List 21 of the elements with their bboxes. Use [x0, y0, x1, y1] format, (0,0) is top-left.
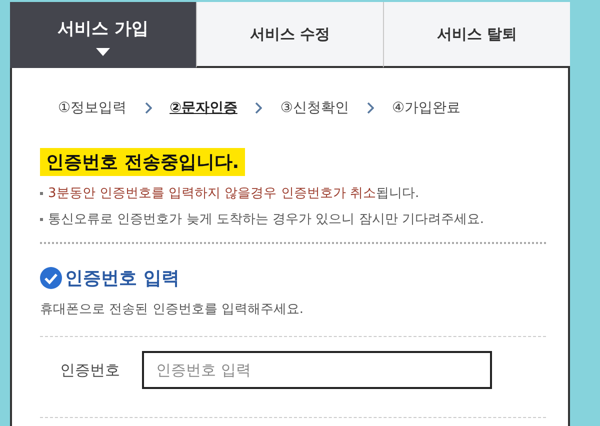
notice-text: 3분동안 인증번호를 입력하지 않을경우 인증번호가 취소됩니다. [48, 185, 420, 202]
chevron-icon [144, 102, 152, 114]
check-circle-icon [40, 267, 62, 289]
tab[interactable]: 서비스 탈퇴 [383, 2, 570, 68]
tab[interactable]: 서비스 가입 [10, 2, 196, 68]
field-label: 인증번호 [60, 360, 121, 380]
bullet-icon [40, 192, 43, 194]
chevron-icon [366, 102, 374, 114]
section-title: 인증번호 입력 [65, 267, 180, 290]
step-label: ④가입완료 [392, 99, 461, 117]
section-description: 휴대폰으로 전송된 인증번호를 입력해주세요. [40, 301, 305, 318]
step-label: ②문자인증 [170, 99, 238, 117]
notice-text: 통신오류로 인증번호가 늦게 도착하는 경우가 있으니 잠시만 기다려주세요. [48, 211, 484, 228]
step-label: ①정보입력 [58, 99, 127, 117]
chevron-icon [255, 102, 262, 114]
bullet-icon [40, 218, 43, 220]
code-input-field[interactable]: 인증번호 입력 [142, 351, 492, 389]
step-label: ③신청확인 [280, 99, 349, 117]
status-heading: 인증번호 전송중입니다. [40, 148, 246, 176]
tab[interactable]: 서비스 수정 [196, 2, 383, 68]
caret-icon [96, 48, 110, 56]
